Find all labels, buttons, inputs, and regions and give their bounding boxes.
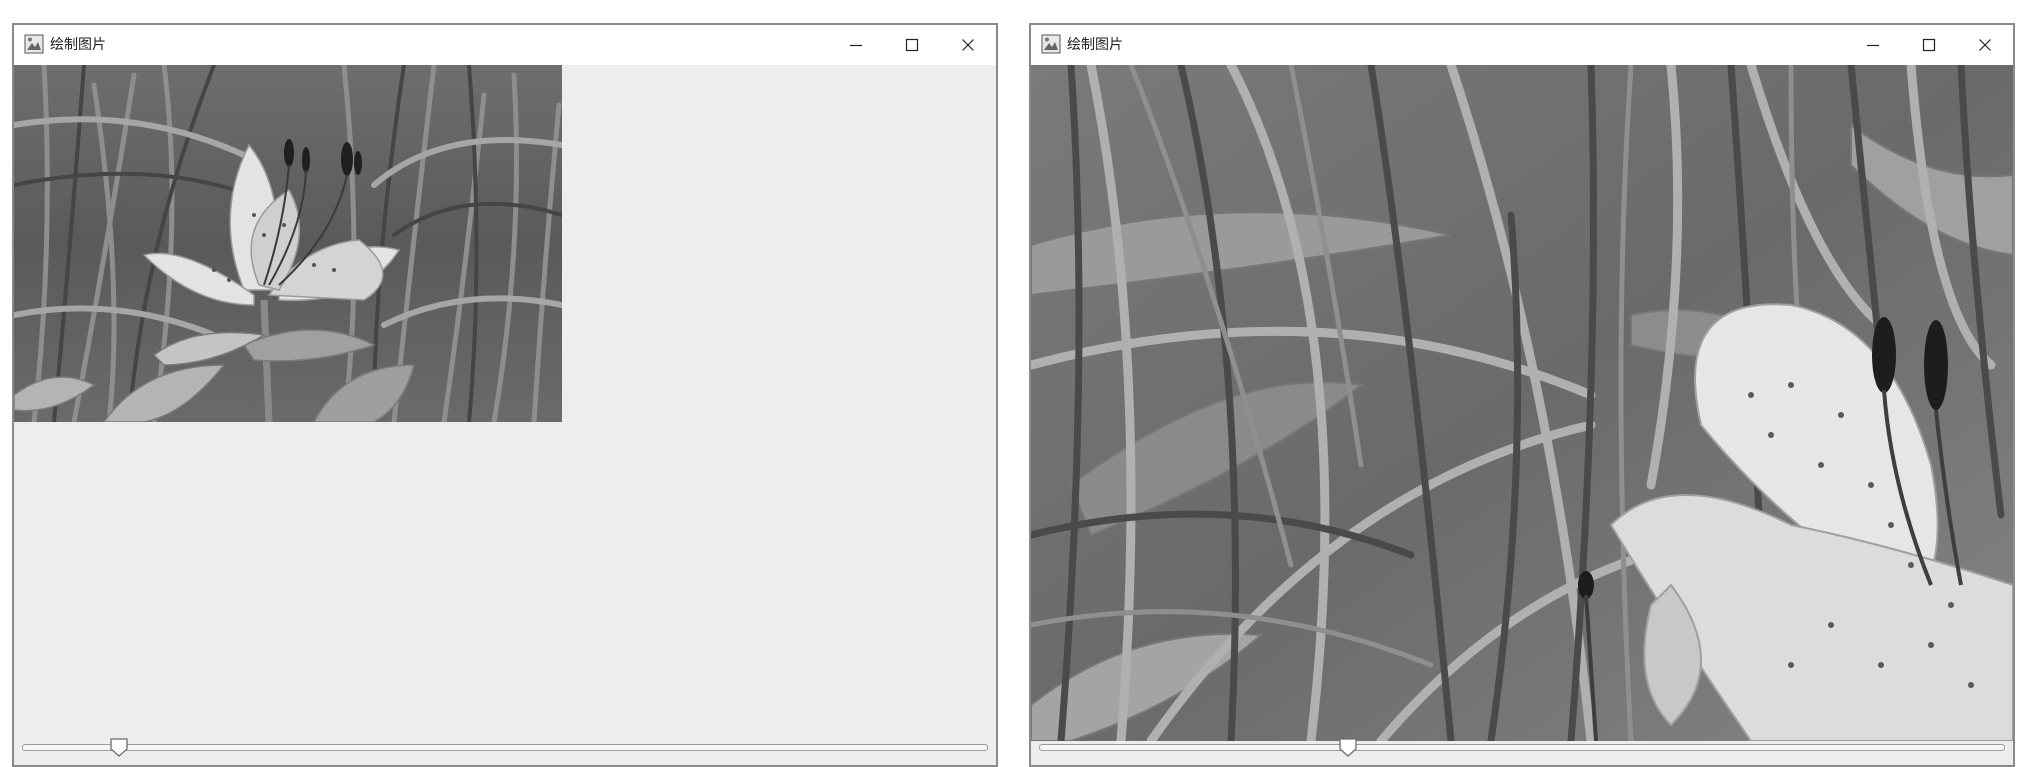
zoom-slider[interactable] [1039,737,2005,757]
window-right: 绘制图片 [1029,23,2015,767]
lily-photo [14,65,562,422]
zoom-slider[interactable] [22,737,988,757]
slider-track[interactable] [1039,744,2005,751]
java-app-icon [1041,34,1061,54]
drawing-panel [1031,65,2013,765]
close-icon [1979,39,1991,51]
minimize-button[interactable] [828,25,884,65]
close-button[interactable] [940,25,996,65]
maximize-button[interactable] [884,25,940,65]
maximize-button[interactable] [1901,25,1957,65]
slider-thumb[interactable] [1338,737,1358,757]
slider-thumb[interactable] [109,737,129,757]
window-left: 绘制图片 [12,23,998,767]
window-title: 绘制图片 [1067,37,1123,53]
maximize-icon [905,38,919,52]
minimize-icon [1867,44,1879,47]
java-app-icon [24,34,44,54]
minimize-icon [850,44,862,47]
slider-track[interactable] [22,744,988,751]
maximize-icon [1922,38,1936,52]
lily-photo [1031,65,2013,741]
minimize-button[interactable] [1845,25,1901,65]
title-bar[interactable]: 绘制图片 [14,25,996,65]
drawing-panel [14,65,996,765]
close-icon [962,39,974,51]
title-bar[interactable]: 绘制图片 [1031,25,2013,65]
window-title: 绘制图片 [50,37,106,53]
close-button[interactable] [1957,25,2013,65]
